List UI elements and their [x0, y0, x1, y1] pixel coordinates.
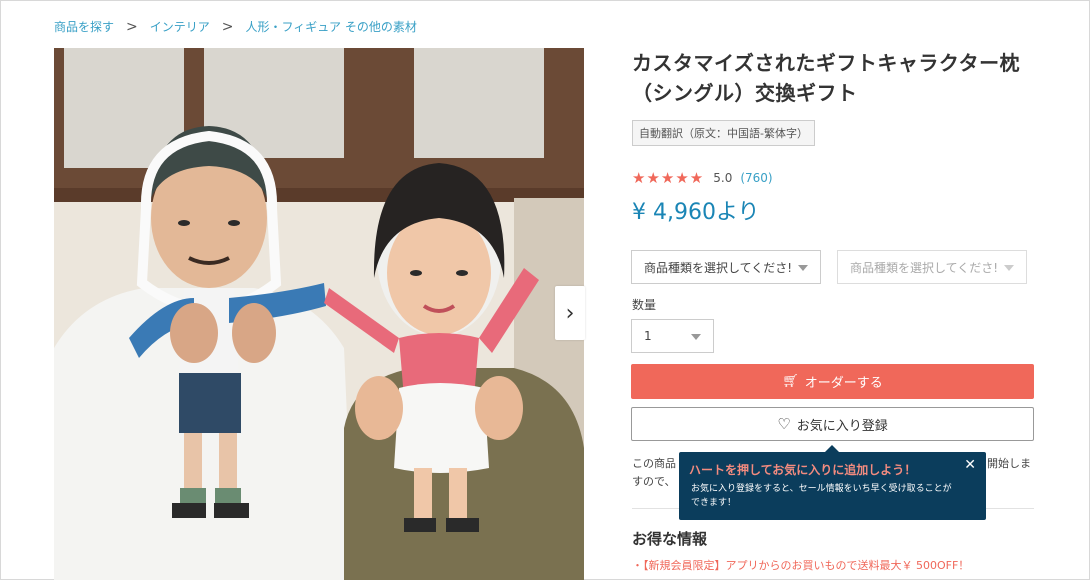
- review-count-link[interactable]: (760): [740, 171, 772, 185]
- variant-select-1[interactable]: 商品種類を選択してくださ!: [631, 250, 821, 284]
- favorite-button-label: お気に入り登録: [796, 418, 888, 434]
- variant-select-1-label: 商品種類を選択してくださ!: [644, 260, 793, 275]
- tooltip-title: ハートを押してお気に入りに追加しよう！: [689, 463, 917, 477]
- deal-item[interactable]: ・【新規会員限定】アプリからのお買いもので送料最大￥ 500OFF！: [632, 557, 969, 573]
- chevron-down-icon: [1004, 265, 1014, 271]
- translation-badge: 自動翻訳（原文：中国語-繁体字）: [632, 120, 815, 146]
- variant-select-2[interactable]: 商品種類を選択してくださ!: [837, 250, 1027, 284]
- photo-next-button[interactable]: ›: [555, 286, 585, 340]
- heart-outline-icon: ♡: [777, 415, 791, 433]
- product-photo-illustration: [54, 48, 584, 580]
- breadcrumb-separator-icon: >: [126, 18, 138, 35]
- chevron-down-icon: [691, 334, 701, 340]
- rating-score: 5.0: [713, 171, 733, 185]
- quantity-label: 数量: [632, 298, 657, 312]
- product-price: ¥ 4,960より: [632, 200, 760, 225]
- breadcrumb: 商品を探す > インテリア > 人形・フィギュア その他の素材: [54, 18, 417, 35]
- quantity-value: 1: [644, 329, 652, 343]
- cart-icon: 🛒︎: [782, 374, 799, 389]
- close-icon[interactable]: ✕: [964, 457, 976, 473]
- chevron-right-icon: ›: [565, 300, 575, 326]
- quantity-select[interactable]: 1: [631, 319, 714, 353]
- breadcrumb-item-interior[interactable]: インテリア: [150, 18, 210, 35]
- order-button-label: オーダーする: [804, 376, 883, 391]
- rating: ★★★★★ 5.0 (760): [632, 169, 773, 187]
- variant-select-2-label: 商品種類を選択してくださ!: [850, 260, 999, 275]
- deals-title: お得な情報: [632, 530, 708, 548]
- favorite-tooltip: ハートを押してお気に入りに追加しよう！ お気に入り登録をすると、セール情報をいち…: [679, 445, 986, 520]
- notice-line1-left: この商品: [632, 457, 676, 470]
- order-button[interactable]: 🛒︎ オーダーする: [631, 364, 1034, 399]
- breadcrumb-item-dolls[interactable]: 人形・フィギュア その他の素材: [246, 18, 417, 35]
- product-title: カスタマイズされたギフトキャラクター枕（シングル）交換ギフト: [632, 51, 1021, 105]
- breadcrumb-separator-icon: >: [221, 18, 234, 35]
- notice-line1-right: 開始しま: [987, 457, 1031, 470]
- breadcrumb-item-search[interactable]: 商品を探す: [54, 18, 114, 35]
- tooltip-body: お気に入り登録をすると、セール情報をいち早く受け取ることができます！: [691, 484, 952, 508]
- product-photo[interactable]: [54, 48, 584, 580]
- notice-line2: すので、: [632, 475, 676, 488]
- star-rating-icon: ★★★★★: [632, 169, 705, 187]
- favorite-button[interactable]: ♡ お気に入り登録: [631, 407, 1034, 441]
- chevron-down-icon: [798, 265, 808, 271]
